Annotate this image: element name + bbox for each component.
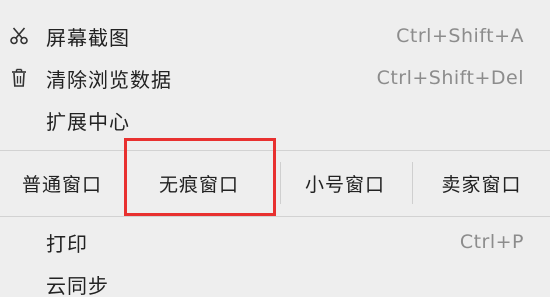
seller-window-button[interactable]: 卖家窗口 <box>413 152 550 214</box>
menu-item-cloud-sync[interactable]: 云同步 <box>0 262 550 297</box>
menu-item-label: 屏幕截图 <box>46 25 130 50</box>
shortcut-text: Ctrl+Shift+A <box>396 25 524 47</box>
shortcut-text: Ctrl+P <box>459 231 524 253</box>
menu-divider <box>0 216 550 217</box>
menu-divider <box>0 150 550 151</box>
shortcut-text: Ctrl+Shift+Del <box>376 67 524 89</box>
menu-item-label: 云同步 <box>46 273 109 297</box>
window-mode-label: 小号窗口 <box>304 173 385 196</box>
incognito-window-button[interactable]: 无痕窗口 <box>125 152 273 214</box>
window-mode-label: 普通窗口 <box>21 173 102 196</box>
alt-account-window-button[interactable]: 小号窗口 <box>281 152 409 214</box>
window-mode-row: 普通窗口 无痕窗口 小号窗口 卖家窗口 <box>0 152 550 214</box>
window-mode-label: 无痕窗口 <box>158 173 239 196</box>
menu-item-label: 清除浏览数据 <box>46 67 172 92</box>
menu-item-print[interactable]: 打印 Ctrl+P <box>0 220 550 264</box>
menu-item-extension-center[interactable]: 扩展中心 <box>0 98 550 142</box>
menu-item-screenshot[interactable]: 屏幕截图 Ctrl+Shift+A <box>0 14 550 58</box>
trash-icon <box>8 67 30 89</box>
menu-item-label: 扩展中心 <box>46 109 130 134</box>
scissors-icon <box>8 25 30 47</box>
menu-item-label: 打印 <box>46 231 88 256</box>
normal-window-button[interactable]: 普通窗口 <box>0 152 124 214</box>
browser-menu: 屏幕截图 Ctrl+Shift+A 清除浏览数据 Ctrl+Shift+Del … <box>0 0 550 297</box>
window-mode-label: 卖家窗口 <box>441 173 522 196</box>
menu-item-clear-browsing-data[interactable]: 清除浏览数据 Ctrl+Shift+Del <box>0 56 550 100</box>
